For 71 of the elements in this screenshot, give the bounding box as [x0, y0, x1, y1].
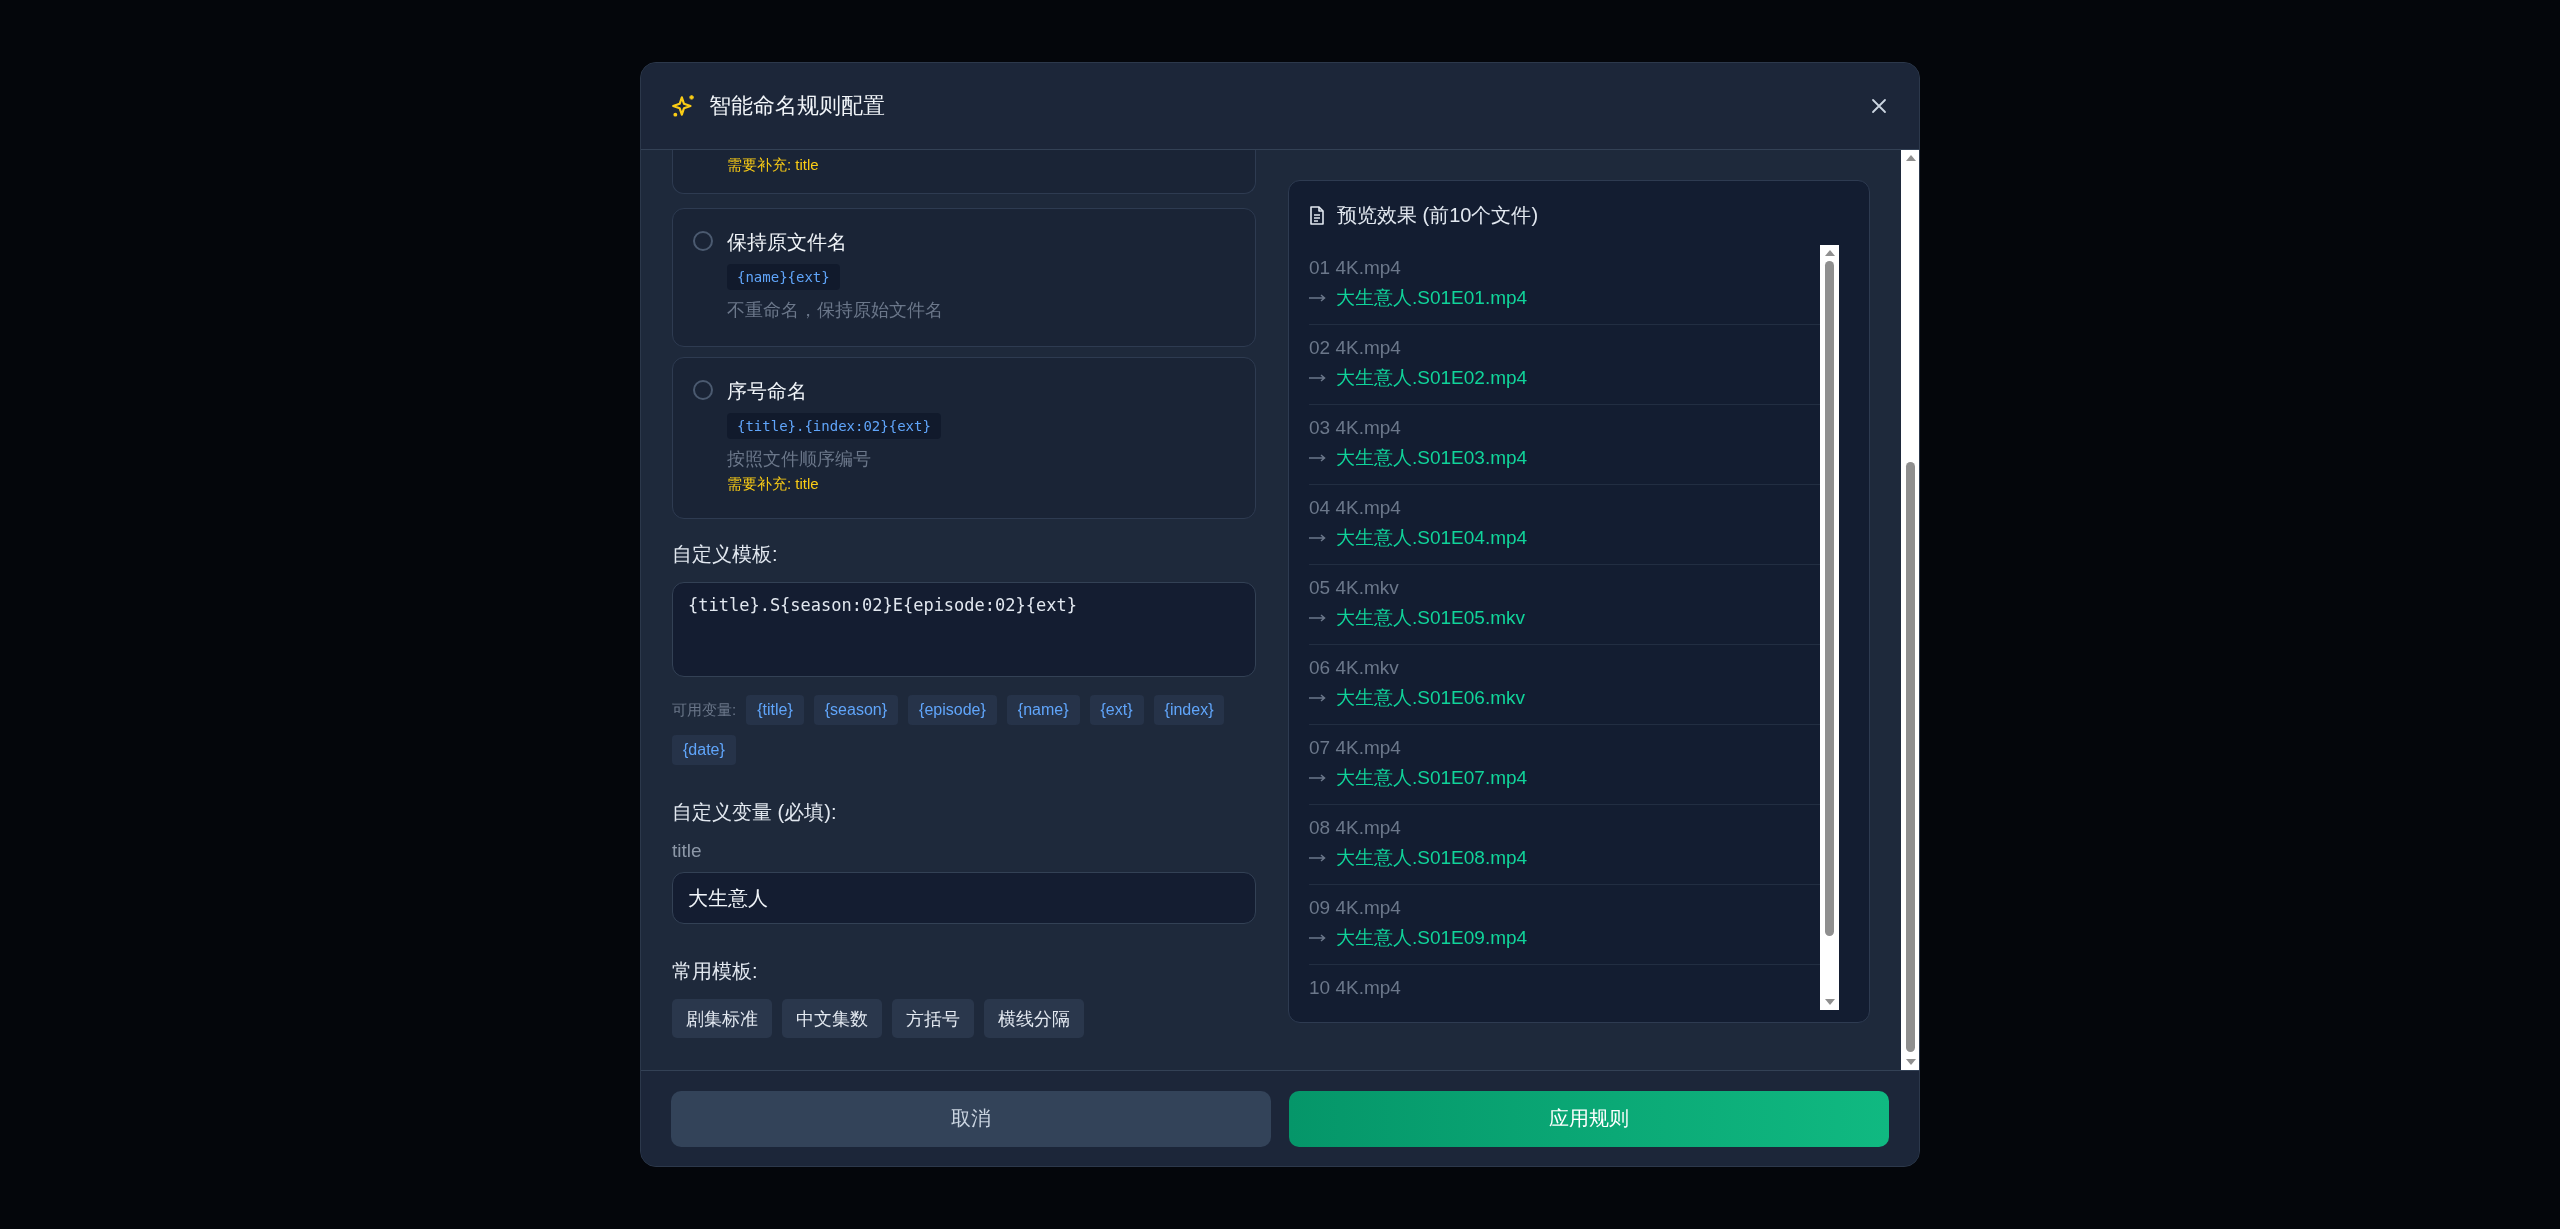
renamed-filename: 大生意人.S01E07.mp4 — [1336, 766, 1528, 790]
arrow-icon — [1309, 934, 1326, 942]
original-filename: 05 4K.mkv — [1309, 577, 1400, 599]
renamed-filename: 大生意人.S01E01.mp4 — [1336, 286, 1528, 310]
variable-chip[interactable]: {ext} — [1089, 695, 1144, 725]
section-label: 常用模板: — [672, 959, 759, 984]
option-card[interactable]: 保持原文件名 {name}{ext} 不重命名，保持原始文件名 — [672, 208, 1256, 347]
original-filename: 06 4K.mkv — [1309, 657, 1400, 679]
option-card[interactable]: 需要补充: title — [672, 150, 1256, 194]
renamed-filename: 大生意人.S01E02.mp4 — [1336, 366, 1528, 390]
close-icon[interactable] — [1869, 96, 1889, 116]
input-field[interactable]: 大生意人 — [672, 872, 1256, 924]
renamed-filename: 大生意人.S01E05.mkv — [1336, 606, 1525, 630]
arrow-icon — [1309, 374, 1326, 382]
variable-chip[interactable]: {title} — [746, 695, 804, 725]
dialog-title: 智能命名规则配置 — [709, 92, 886, 120]
option-title: 保持原文件名 — [727, 230, 847, 255]
option-card[interactable]: 序号命名 {title}.{index:02}{ext} 按照文件顺序编号 需要补充: title — [672, 357, 1256, 519]
renamed-filename: 大生意人.S01E04.mp4 — [1336, 526, 1528, 550]
sparkle-icon — [671, 93, 697, 119]
preview-title: 预览效果 (前10个文件) — [1337, 202, 1539, 228]
original-filename: 04 4K.mp4 — [1309, 497, 1402, 519]
template-code: {title}.{index:02}{ext} — [727, 413, 941, 439]
document-icon — [1309, 205, 1325, 225]
requirement-note: 需要补充: title — [727, 475, 819, 494]
requirement-note: 需要补充: title — [727, 156, 819, 175]
original-filename: 08 4K.mp4 — [1309, 817, 1402, 839]
list-scrollbar[interactable] — [1820, 245, 1839, 1010]
original-filename: 01 4K.mp4 — [1309, 257, 1402, 279]
renamed-filename: 大生意人.S01E08.mp4 — [1336, 846, 1528, 870]
template-field[interactable]: {title}.S{season:02}E{episode:02}{ext} — [672, 582, 1256, 677]
scroll-up-icon[interactable] — [1823, 249, 1836, 257]
arrow-icon — [1309, 614, 1326, 622]
arrow-icon — [1309, 534, 1326, 542]
scroll-down-icon[interactable] — [1904, 1058, 1917, 1066]
variable-chip[interactable]: {episode} — [908, 695, 997, 725]
main-scrollbar[interactable] — [1901, 150, 1919, 1070]
preset-button[interactable]: 横线分隔 — [984, 999, 1084, 1038]
cancel-button[interactable]: 取消 — [671, 1090, 1271, 1147]
original-filename: 09 4K.mp4 — [1309, 897, 1402, 919]
renamed-filename: 大生意人.S01E09.mp4 — [1336, 926, 1528, 950]
arrow-icon — [1309, 774, 1326, 782]
option-description: 不重命名，保持原始文件名 — [727, 299, 943, 322]
original-filename: 02 4K.mp4 — [1309, 337, 1402, 359]
radio-button[interactable] — [693, 231, 713, 251]
arrow-icon — [1309, 294, 1326, 302]
renamed-filename: 大生意人.S01E03.mp4 — [1336, 446, 1528, 470]
option-title: 序号命名 — [727, 379, 807, 404]
section-label: 自定义模板: — [672, 542, 779, 567]
arrow-icon — [1309, 854, 1326, 862]
renamed-filename: 大生意人.S01E06.mkv — [1336, 686, 1525, 710]
section-label: 自定义变量 (必填): — [672, 800, 838, 825]
original-filename: 07 4K.mp4 — [1309, 737, 1402, 759]
template-code: {name}{ext} — [727, 264, 840, 290]
option-description: 按照文件顺序编号 — [727, 448, 871, 471]
radio-button[interactable] — [693, 380, 713, 400]
scroll-down-icon[interactable] — [1823, 998, 1836, 1006]
variables-label: 可用变量: — [672, 700, 737, 720]
arrow-icon — [1309, 694, 1326, 702]
preset-button[interactable]: 方括号 — [892, 999, 974, 1038]
scroll-up-icon[interactable] — [1904, 154, 1917, 162]
variable-chip[interactable]: {name} — [1006, 695, 1080, 725]
variable-chip[interactable]: {season} — [813, 695, 899, 725]
preset-button[interactable]: 中文集数 — [782, 999, 882, 1038]
original-filename: 10 4K.mp4 — [1309, 977, 1402, 999]
variable-chip[interactable]: {date} — [672, 735, 736, 765]
variable-chip[interactable]: {index} — [1153, 695, 1225, 725]
arrow-icon — [1309, 454, 1326, 462]
original-filename: 03 4K.mp4 — [1309, 417, 1402, 439]
preset-button[interactable]: 剧集标准 — [672, 999, 772, 1038]
field-label: title — [672, 840, 703, 862]
